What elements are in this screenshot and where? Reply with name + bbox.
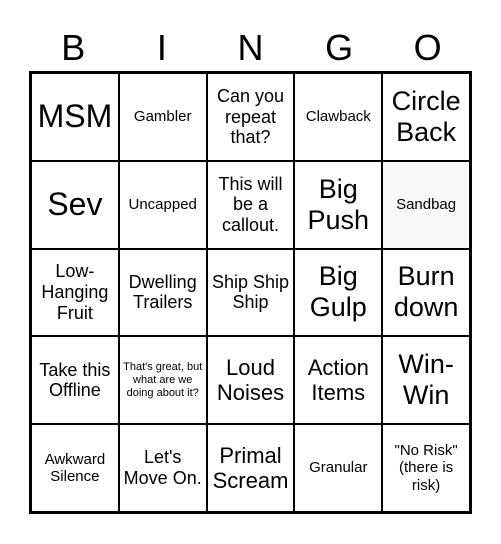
bingo-cell[interactable]: Sandbag	[382, 160, 470, 249]
bingo-cell[interactable]: Can you repeat that?	[206, 73, 295, 161]
bingo-cell[interactable]: Burn down	[382, 248, 470, 337]
bingo-cell-text: Big Gulp	[309, 261, 367, 323]
bingo-cell[interactable]: Circle Back	[382, 73, 470, 161]
bingo-cell-text: Sandbag	[396, 196, 457, 214]
bingo-cell-text: Granular	[309, 459, 368, 477]
bingo-cell[interactable]: Primal Scream	[206, 424, 295, 512]
bingo-cell[interactable]: Take this Offline	[31, 336, 119, 425]
bingo-cell[interactable]: Win-Win	[382, 336, 470, 425]
bingo-cell[interactable]: Big Push	[294, 160, 383, 249]
bingo-cell[interactable]: Action Items	[294, 336, 383, 425]
bingo-cell-text: Burn down	[393, 261, 459, 323]
header-letter-n: N	[237, 27, 264, 68]
bingo-cell-text: Action Items	[307, 354, 369, 406]
bingo-cell-text: Dwelling Trailers	[128, 271, 197, 313]
bingo-cell[interactable]: Granular	[294, 424, 383, 512]
bingo-cell-text: That's great, but what are we doing abou…	[123, 361, 203, 399]
bingo-cell-text: "No Risk" (there is risk)	[394, 442, 458, 494]
header-letter-g: G	[325, 27, 354, 68]
bingo-cell[interactable]: Let's Move On.	[118, 424, 207, 512]
bingo-cell-text: Let's Move On.	[123, 447, 202, 489]
bingo-cell[interactable]: Loud Noises	[206, 336, 295, 425]
bingo-cell[interactable]: Ship Ship Ship	[206, 248, 295, 337]
bingo-grid: MSM Gambler Can you repeat that? Clawback Ci…	[29, 71, 472, 514]
bingo-cell-text: Primal Scream	[212, 442, 289, 494]
bingo-cell-text: Uncapped	[128, 196, 197, 214]
bingo-cell[interactable]: Big Gulp	[294, 248, 383, 337]
bingo-header: B I N G O	[29, 28, 472, 68]
header-letter-b: B	[61, 27, 86, 68]
bingo-cell-text: Circle Back	[391, 85, 461, 147]
bingo-cell[interactable]: That's great, but what are we doing abou…	[118, 336, 207, 425]
header-letter-o: O	[413, 27, 442, 68]
bingo-cell-text: This will be a callout.	[218, 173, 283, 236]
bingo-cell[interactable]: Low-Hanging Fruit	[31, 248, 119, 337]
bingo-cell[interactable]: Clawback	[294, 73, 383, 161]
bingo-cell-text: Loud Noises	[216, 354, 285, 406]
bingo-cell-text: Ship Ship Ship	[211, 271, 290, 313]
bingo-cell[interactable]: Sev	[31, 160, 119, 249]
bingo-cell-text: Big Push	[307, 173, 370, 235]
bingo-cell-text: Take this Offline	[39, 359, 111, 401]
bingo-cell[interactable]: Uncapped	[118, 160, 207, 249]
bingo-cell-text: Low-Hanging Fruit	[41, 261, 109, 323]
bingo-cell-text: Awkward Silence	[44, 450, 106, 486]
header-letter-i: I	[156, 27, 167, 68]
bingo-cell[interactable]: Dwelling Trailers	[118, 248, 207, 337]
bingo-cell[interactable]: Gambler	[118, 73, 207, 161]
bingo-cell-text: Can you repeat that?	[216, 85, 285, 148]
bingo-cell-text: Win-Win	[398, 349, 454, 411]
bingo-cell-text: Gambler	[133, 108, 192, 126]
bingo-cell-text: Clawback	[305, 108, 371, 126]
bingo-cell-text: MSM	[37, 98, 113, 135]
bingo-cell[interactable]: This will be a callout.	[206, 160, 295, 249]
bingo-cell[interactable]: Awkward Silence	[31, 424, 119, 512]
bingo-cell[interactable]: MSM	[31, 73, 119, 161]
bingo-cell-text: Sev	[47, 186, 103, 223]
bingo-cell[interactable]: "No Risk" (there is risk)	[382, 424, 470, 512]
